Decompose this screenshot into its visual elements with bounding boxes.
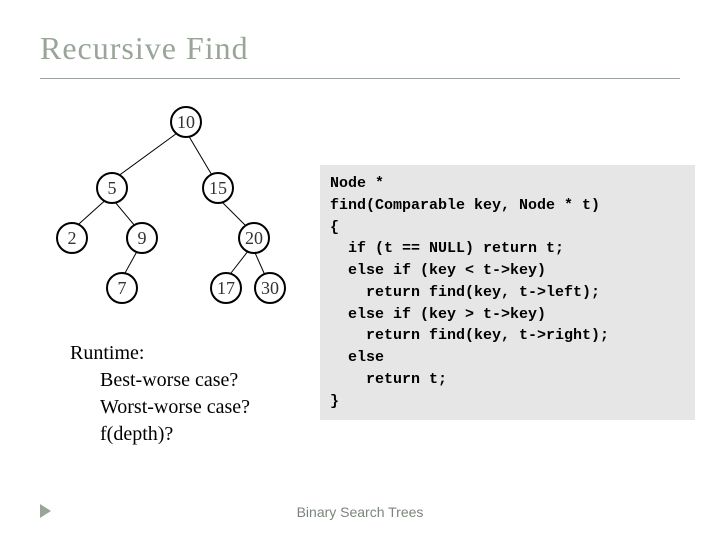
- tree-node: 9: [126, 222, 158, 254]
- code-line: }: [330, 393, 339, 410]
- code-line: return find(key, t->right);: [330, 327, 609, 344]
- page-title: Recursive Find: [40, 30, 249, 67]
- runtime-questions: Runtime: Best-worse case? Worst-worse ca…: [70, 340, 250, 448]
- tree-node: 17: [210, 272, 242, 304]
- runtime-q3: f(depth)?: [100, 421, 250, 448]
- tree-node: 30: [254, 272, 286, 304]
- code-block: Node * find(Comparable key, Node * t) { …: [320, 165, 695, 420]
- bst-diagram: 10 5 15 2 9 20 7 17 30: [40, 100, 320, 330]
- code-line: else if (key > t->key): [330, 306, 546, 323]
- tree-node-root: 10: [170, 106, 202, 138]
- code-line: {: [330, 219, 339, 236]
- tree-node: 20: [238, 222, 270, 254]
- code-line: return t;: [330, 371, 447, 388]
- tree-node: 5: [96, 172, 128, 204]
- title-underline: [40, 78, 680, 79]
- runtime-heading: Runtime:: [70, 340, 250, 367]
- tree-node: 2: [56, 222, 88, 254]
- footer-text: Binary Search Trees: [0, 504, 720, 520]
- runtime-q2: Worst-worse case?: [100, 394, 250, 421]
- tree-node: 7: [106, 272, 138, 304]
- code-line: else if (key < t->key): [330, 262, 546, 279]
- runtime-q1: Best-worse case?: [100, 367, 250, 394]
- code-line: return find(key, t->left);: [330, 284, 600, 301]
- slide: Recursive Find 10 5 15 2 9 20 7 17 30 Ru…: [0, 0, 720, 540]
- code-line: find(Comparable key, Node * t): [330, 197, 600, 214]
- code-line: Node *: [330, 175, 384, 192]
- code-line: else: [330, 349, 384, 366]
- tree-node: 15: [202, 172, 234, 204]
- code-line: if (t == NULL) return t;: [330, 240, 564, 257]
